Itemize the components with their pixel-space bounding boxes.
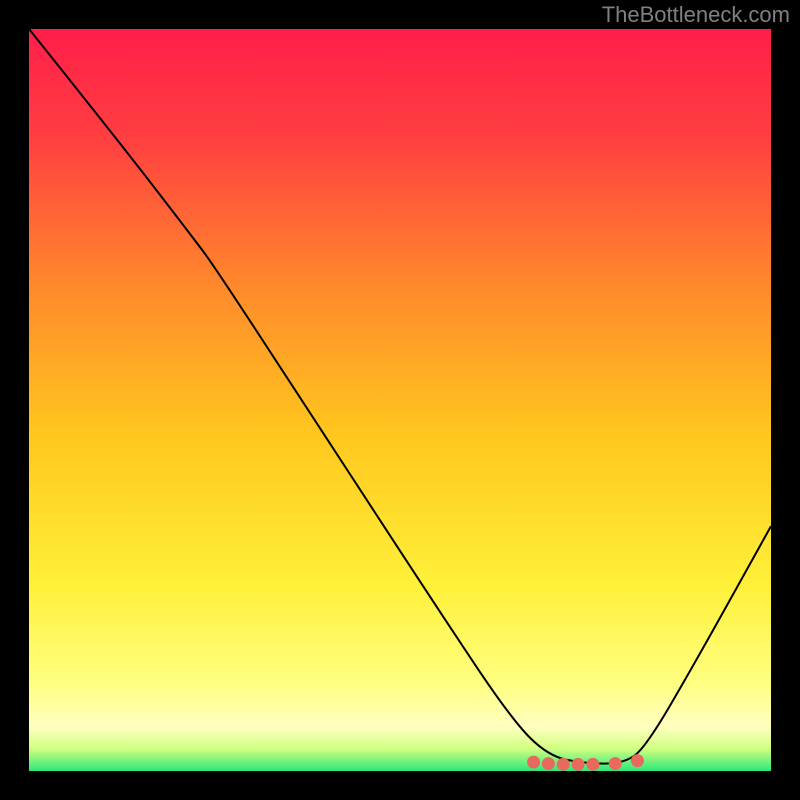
- watermark-text: TheBottleneck.com: [602, 2, 790, 28]
- marker-dot: [609, 757, 622, 770]
- marker-dot: [572, 758, 585, 771]
- chart-svg: [29, 29, 771, 771]
- marker-dot: [586, 758, 599, 771]
- marker-dot: [631, 754, 644, 767]
- marker-dot: [557, 758, 570, 771]
- marker-dot: [542, 757, 555, 770]
- plot-area: [29, 29, 771, 771]
- gradient-background: [29, 29, 771, 771]
- marker-dot: [527, 756, 540, 769]
- chart-container: TheBottleneck.com: [0, 0, 800, 800]
